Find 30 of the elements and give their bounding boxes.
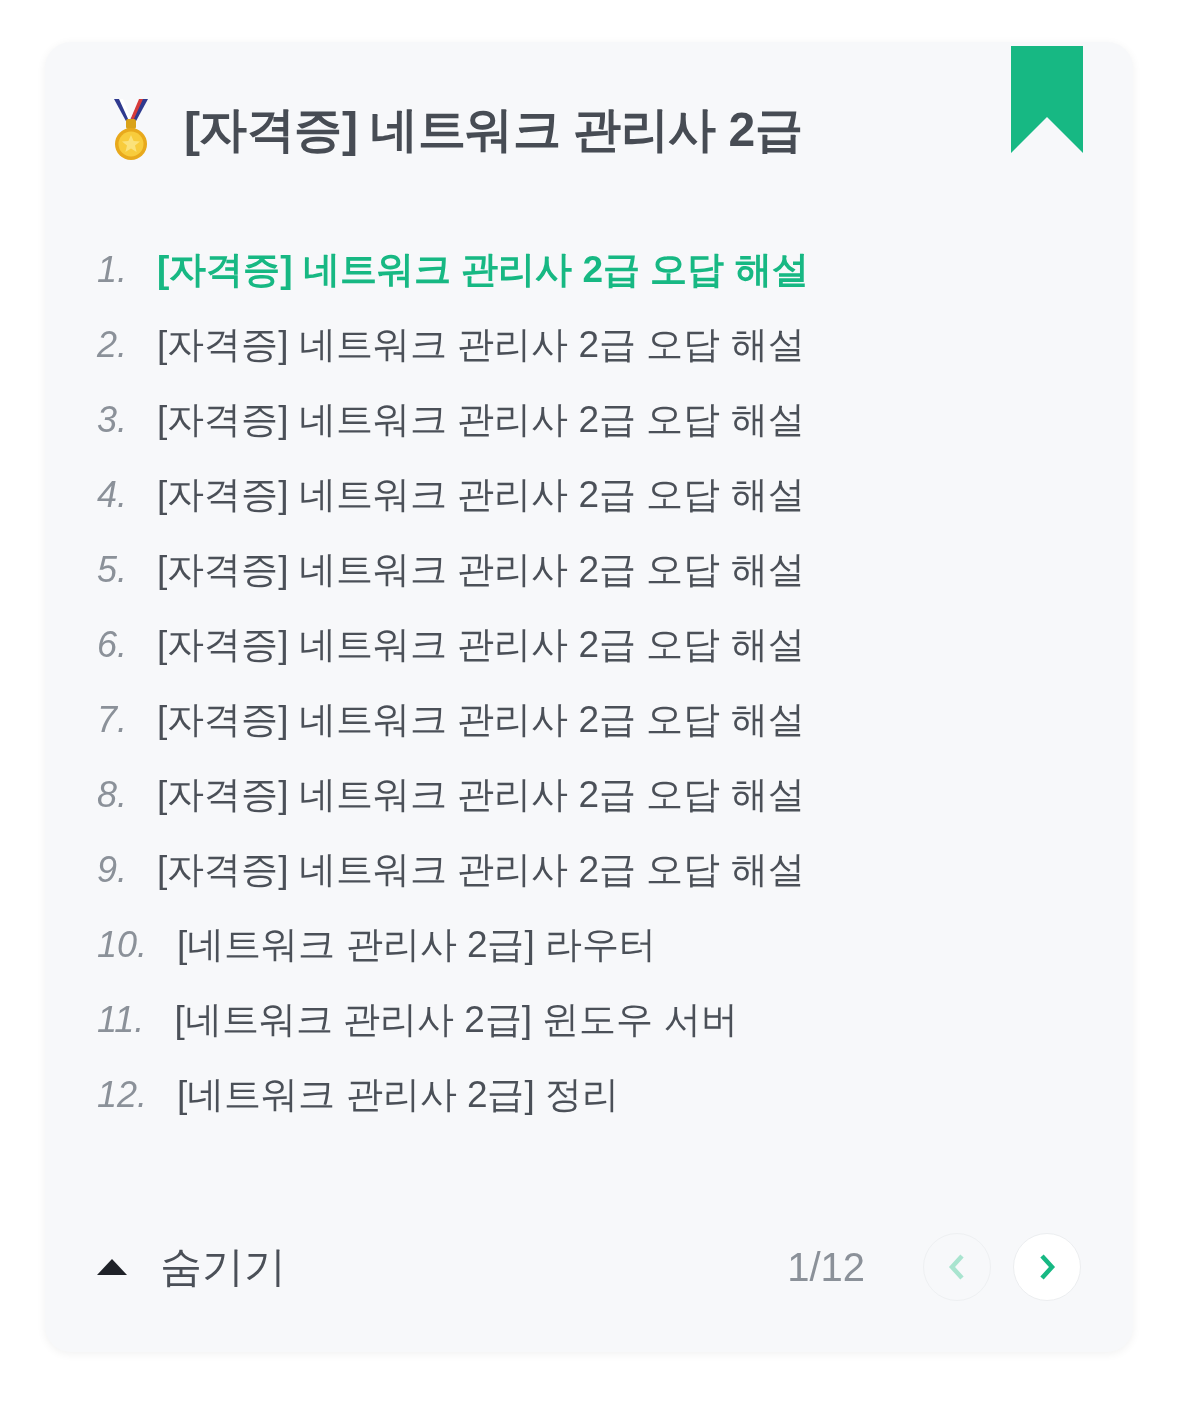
bookmark-icon <box>1011 46 1083 153</box>
post-link[interactable]: [자격증] 네트워크 관리사 2급 오답 해설 <box>157 544 805 595</box>
item-number: 7. <box>97 698 128 741</box>
post-link[interactable]: [자격증] 네트워크 관리사 2급 오답 해설 <box>157 319 805 370</box>
post-link[interactable]: [네트워크 관리사 2급] 라우터 <box>177 919 657 970</box>
post-link[interactable]: [자격증] 네트워크 관리사 2급 오답 해설 <box>157 694 805 745</box>
item-number: 12. <box>97 1073 148 1116</box>
post-link[interactable]: [자격증] 네트워크 관리사 2급 오답 해설 <box>157 619 805 670</box>
chevron-right-icon <box>1037 1252 1057 1282</box>
post-link[interactable]: [자격증] 네트워크 관리사 2급 오답 해설 <box>157 844 805 895</box>
item-number: 1. <box>97 248 128 291</box>
caret-up-icon <box>97 1259 127 1275</box>
page-indicator: 1/12 <box>787 1244 865 1290</box>
item-number: 10. <box>97 923 148 966</box>
item-number: 2. <box>97 323 128 366</box>
series-title: [자격증] 네트워크 관리사 2급 <box>184 102 803 158</box>
post-link[interactable]: [자격증] 네트워크 관리사 2급 오답 해설 <box>157 469 805 520</box>
hide-toggle-button[interactable]: 숨기기 <box>97 1239 286 1295</box>
item-number: 9. <box>97 848 128 891</box>
post-link[interactable]: [자격증] 네트워크 관리사 2급 오답 해설 <box>157 769 805 820</box>
item-number: 8. <box>97 773 128 816</box>
post-link[interactable]: [네트워크 관리사 2급] 윈도우 서버 <box>174 994 738 1045</box>
item-number: 5. <box>97 548 128 591</box>
item-number: 11. <box>97 998 145 1041</box>
item-number: 6. <box>97 623 128 666</box>
post-link[interactable]: [네트워크 관리사 2급] 정리 <box>177 1069 620 1120</box>
item-number: 3. <box>97 398 128 441</box>
post-link[interactable]: [자격증] 네트워크 관리사 2급 오답 해설 <box>157 394 805 445</box>
chevron-left-icon <box>947 1252 967 1282</box>
item-number: 4. <box>97 473 128 516</box>
